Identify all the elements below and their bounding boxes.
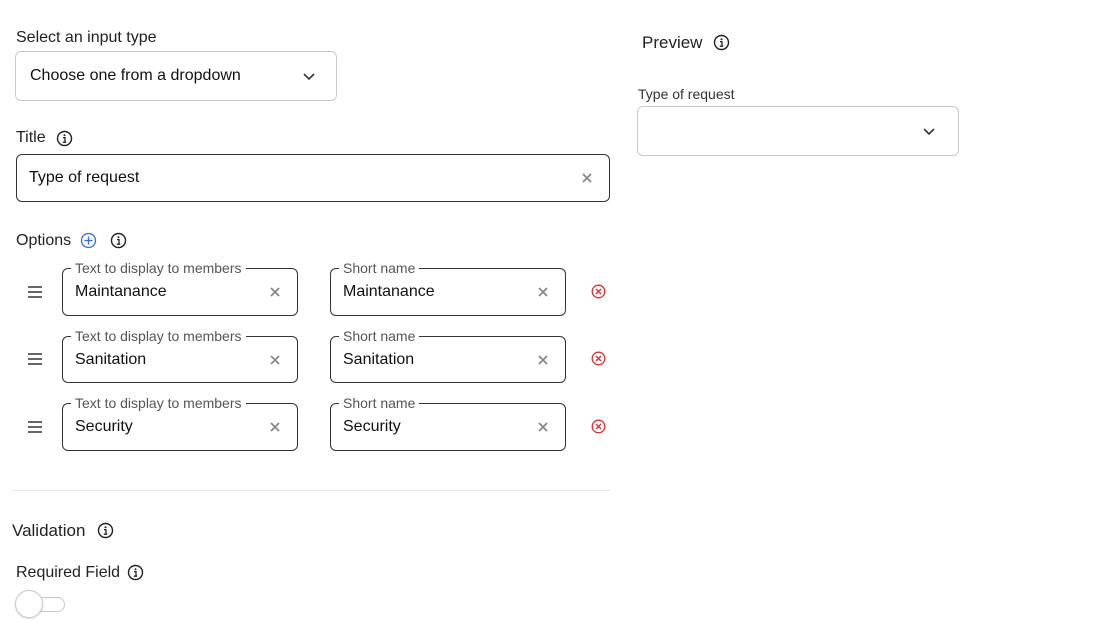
info-icon[interactable] [713, 34, 730, 51]
drag-handle-icon[interactable] [28, 286, 42, 298]
option-display-value: Maintanance [75, 283, 167, 300]
preview-field-label: Type of request [638, 86, 735, 102]
clear-icon[interactable] [269, 354, 281, 366]
option-short-input[interactable]: Short name Maintanance [330, 260, 566, 316]
clear-icon[interactable] [269, 286, 281, 298]
option-display-input[interactable]: Text to display to members Maintanance [62, 260, 298, 316]
required-toggle[interactable] [15, 590, 43, 618]
option-display-input[interactable]: Text to display to members Sanitation [62, 328, 298, 383]
option-short-input[interactable]: Short name Security [330, 395, 566, 451]
input-type-label: Select an input type [16, 29, 157, 46]
remove-option-icon[interactable] [591, 419, 606, 434]
input-type-select[interactable]: Choose one from a dropdown [15, 51, 337, 101]
info-icon[interactable] [110, 232, 127, 249]
option-short-input[interactable]: Short name Sanitation [330, 328, 566, 383]
info-icon[interactable] [127, 564, 144, 581]
option-display-legend: Text to display to members [71, 260, 246, 276]
chevron-down-icon [303, 73, 315, 81]
remove-option-icon[interactable] [591, 351, 606, 366]
option-display-legend: Text to display to members [71, 328, 246, 344]
option-display-value: Security [75, 418, 133, 435]
remove-option-icon[interactable] [591, 284, 606, 299]
option-short-legend: Short name [339, 328, 420, 344]
option-short-value: Security [343, 418, 401, 435]
section-divider [12, 490, 610, 491]
chevron-down-icon [923, 128, 935, 136]
input-type-selected-value: Choose one from a dropdown [30, 67, 241, 84]
info-icon[interactable] [97, 522, 114, 539]
preview-select[interactable] [637, 106, 959, 156]
option-display-input[interactable]: Text to display to members Security [62, 395, 298, 451]
option-short-value: Sanitation [343, 350, 415, 368]
title-input[interactable]: Type of request [16, 154, 610, 202]
clear-icon[interactable] [581, 172, 593, 184]
drag-handle-icon[interactable] [28, 421, 42, 433]
required-field-label: Required Field [16, 564, 121, 581]
title-label: Title [16, 129, 46, 146]
title-input-value: Type of request [29, 169, 140, 186]
clear-icon[interactable] [537, 421, 549, 433]
clear-icon[interactable] [537, 286, 549, 298]
clear-icon[interactable] [537, 354, 549, 366]
options-label: Options [16, 232, 72, 249]
option-display-legend: Text to display to members [71, 395, 246, 411]
validation-heading: Validation [12, 521, 86, 540]
drag-handle-icon[interactable] [28, 353, 42, 365]
preview-heading: Preview [642, 33, 703, 52]
info-icon[interactable] [56, 130, 73, 147]
option-short-value: Maintanance [343, 283, 435, 300]
add-option-icon[interactable] [80, 232, 97, 249]
option-display-value: Sanitation [75, 350, 147, 368]
option-short-legend: Short name [339, 260, 420, 276]
option-short-legend: Short name [339, 395, 420, 411]
clear-icon[interactable] [269, 421, 281, 433]
